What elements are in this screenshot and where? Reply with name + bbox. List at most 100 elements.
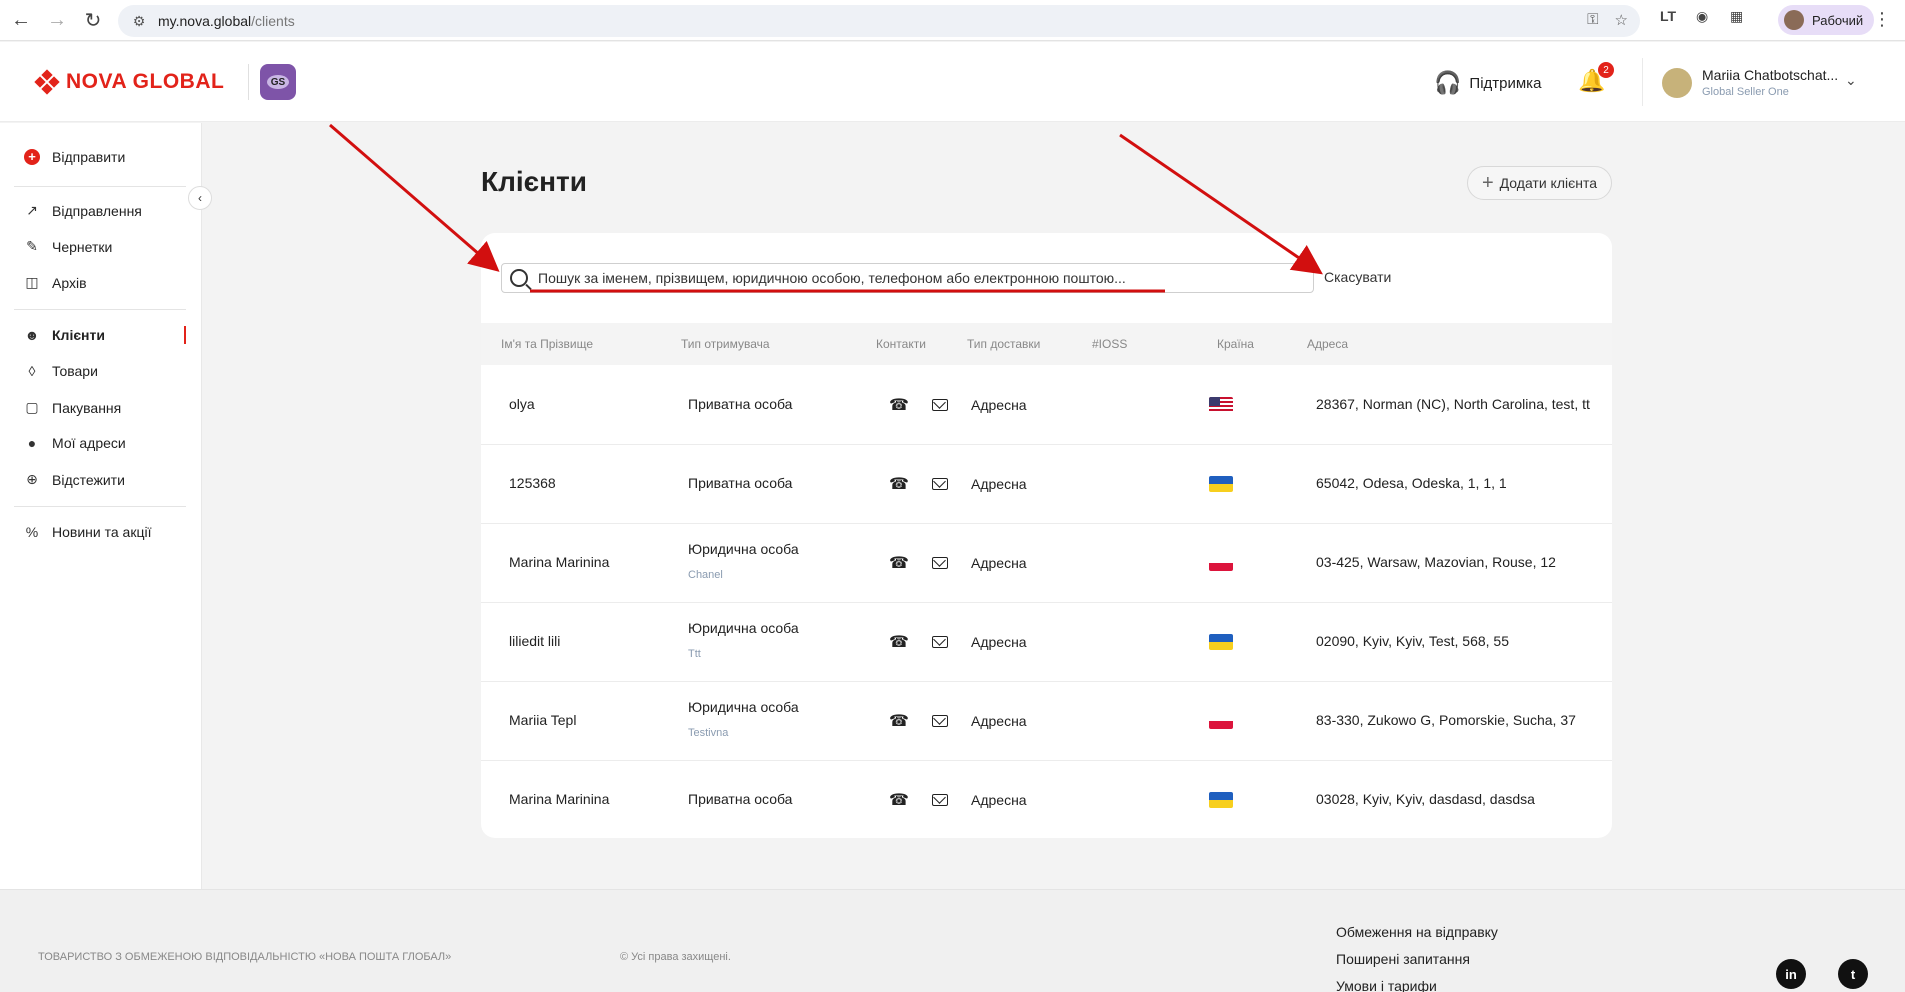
sidebar-divider <box>14 186 186 187</box>
table-header: Ім'я та Прізвище Тип отримувача Контакти… <box>481 323 1612 365</box>
footer-link-restrictions[interactable]: Обмеження на відправку <box>1336 924 1498 940</box>
extension-lt-icon[interactable]: LT <box>1660 8 1676 24</box>
profile-button[interactable]: Рабочий <box>1778 5 1874 35</box>
column-header-delivery-type: Тип доставки <box>967 337 1041 351</box>
mail-icon[interactable] <box>932 715 948 727</box>
back-icon[interactable]: ← <box>6 5 36 35</box>
annotation-arrow <box>329 123 500 272</box>
password-key-icon[interactable]: ⚿ <box>1587 11 1598 29</box>
address-bar[interactable]: ⚙ my.nova.global/clients ⚿ ☆ <box>118 5 1640 37</box>
client-address: 65042, Odesa, Odeska, 1, 1, 1 <box>1316 475 1507 491</box>
chevron-down-icon[interactable]: ⌄ <box>1845 72 1857 89</box>
phone-icon[interactable]: ☎ <box>889 553 909 573</box>
column-header-ioss: #IOSS <box>1092 337 1128 351</box>
forward-icon[interactable]: → <box>42 5 72 35</box>
sidebar-item-label: Чернетки <box>52 238 113 255</box>
site-info-icon[interactable]: ⚙ <box>130 12 148 30</box>
table-row[interactable]: liliedit lili Юридична особа Ttt ☎ Адрес… <box>481 603 1612 682</box>
mail-icon[interactable] <box>932 399 948 411</box>
client-name[interactable]: Mariia Tepl <box>509 712 576 728</box>
gs-badge[interactable]: GS <box>260 64 296 100</box>
sidebar-collapse-button[interactable]: ‹ <box>188 186 212 210</box>
phone-icon[interactable]: ☎ <box>889 711 909 731</box>
delivery-type: Адресна <box>971 713 1027 729</box>
sidebar-item-label: Відстежити <box>52 471 125 488</box>
logo-text: NOVA GLOBAL <box>66 70 225 93</box>
company-name: Ttt <box>688 648 701 660</box>
browser-menu-icon[interactable]: ⋮ <box>1873 9 1891 30</box>
phone-icon[interactable]: ☎ <box>889 790 909 810</box>
plus-circle-icon: + <box>24 149 40 165</box>
sidebar-item-drafts[interactable]: ✎ Чернетки <box>24 238 112 255</box>
sidebar-item-packaging[interactable]: ▢ Пакування <box>24 399 121 416</box>
client-name[interactable]: liliedit lili <box>509 633 560 649</box>
table-row[interactable]: olya Приватна особа ☎ Адресна 28367, Nor… <box>481 366 1612 445</box>
profile-label: Рабочий <box>1812 12 1864 28</box>
linkedin-icon[interactable]: in <box>1776 959 1806 989</box>
url-text: my.nova.global/clients <box>158 13 295 29</box>
delivery-type: Адресна <box>971 555 1027 571</box>
footer-link-terms[interactable]: Умови і тарифи <box>1336 978 1437 992</box>
linkedin-label: in <box>1785 966 1797 982</box>
arrow-up-right-icon: ↗ <box>26 202 38 218</box>
search-box[interactable] <box>501 263 1314 293</box>
extensions-puzzle-icon[interactable]: ▦ <box>1730 8 1743 25</box>
table-row[interactable]: Mariia Tepl Юридична особа Testivna ☎ Ад… <box>481 682 1612 761</box>
column-header-contacts: Контакти <box>876 337 926 351</box>
nova-global-logo[interactable]: NOVA GLOBAL <box>34 69 225 95</box>
footer-link-faq[interactable]: Поширені запитання <box>1336 951 1470 967</box>
table-row[interactable]: 125368 Приватна особа ☎ Адресна 65042, O… <box>481 445 1612 524</box>
screenshot-camera-icon[interactable]: ◉ <box>1696 8 1708 25</box>
sidebar-item-news[interactable]: % Новини та акції <box>24 524 152 540</box>
sidebar-item-label: Новини та акції <box>52 524 152 540</box>
sidebar-item-label: Мої адреси <box>52 435 126 451</box>
sidebar-item-shipments[interactable]: ↗ Відправлення <box>24 202 142 219</box>
delivery-type: Адресна <box>971 476 1027 492</box>
mail-icon[interactable] <box>932 557 948 569</box>
recipient-type: Приватна особа <box>688 791 793 807</box>
client-address: 03-425, Warsaw, Mazovian, Rouse, 12 <box>1316 554 1556 570</box>
delivery-type: Адресна <box>971 634 1027 650</box>
reload-icon[interactable]: ↻ <box>78 5 108 35</box>
search-input[interactable] <box>538 270 1298 286</box>
delivery-type: Адресна <box>971 792 1027 808</box>
client-name[interactable]: Marina Marinina <box>509 554 609 570</box>
table-row[interactable]: Marina Marinina Юридична особа Chanel ☎ … <box>481 524 1612 603</box>
archive-icon: ◫ <box>25 274 39 290</box>
sidebar-item-send[interactable]: + Відправити <box>24 149 125 165</box>
table-row[interactable]: Marina Marinina Приватна особа ☎ Адресна… <box>481 761 1612 838</box>
client-name[interactable]: 125368 <box>509 475 556 491</box>
phone-icon[interactable]: ☎ <box>889 395 909 415</box>
bookmark-star-icon[interactable]: ☆ <box>1615 11 1628 29</box>
client-name[interactable]: Marina Marinina <box>509 791 609 807</box>
phone-icon[interactable]: ☎ <box>889 474 909 494</box>
support-button[interactable]: 🎧 Підтримка <box>1434 70 1541 96</box>
user-name[interactable]: Mariia Chatbotschat... <box>1702 67 1838 83</box>
mail-icon[interactable] <box>932 794 948 806</box>
profile-avatar <box>1784 10 1804 30</box>
sidebar-item-clients[interactable]: ☻ Клієнти <box>24 327 105 343</box>
flag-ua-icon <box>1209 792 1233 808</box>
sidebar-item-archive[interactable]: ◫ Архів <box>24 274 86 291</box>
sidebar-divider <box>14 506 186 507</box>
flag-pl-icon <box>1209 555 1233 571</box>
sidebar-item-products[interactable]: ◊ Товари <box>24 363 98 379</box>
phone-icon[interactable]: ☎ <box>889 632 909 652</box>
sidebar-item-tracking[interactable]: ⊕ Відстежити <box>24 471 125 488</box>
recipient-type: Приватна особа <box>688 475 793 491</box>
add-client-button[interactable]: + Додати клієнта <box>1467 166 1612 200</box>
cancel-button[interactable]: Скасувати <box>1324 269 1391 285</box>
client-name[interactable]: olya <box>509 396 535 412</box>
user-avatar[interactable] <box>1662 68 1692 98</box>
headset-icon: 🎧 <box>1434 70 1462 95</box>
recipient-type: Юридична особа <box>688 620 799 636</box>
twitter-icon[interactable]: t <box>1838 959 1868 989</box>
mail-icon[interactable] <box>932 636 948 648</box>
logo-mark-icon <box>34 69 60 95</box>
location-icon: ● <box>27 435 37 451</box>
mail-icon[interactable] <box>932 478 948 490</box>
flag-pl-icon <box>1209 713 1233 729</box>
sidebar-item-addresses[interactable]: ● Мої адреси <box>24 435 126 451</box>
crosshair-icon: ⊕ <box>26 471 38 487</box>
sidebar-item-label: Пакування <box>52 399 122 416</box>
